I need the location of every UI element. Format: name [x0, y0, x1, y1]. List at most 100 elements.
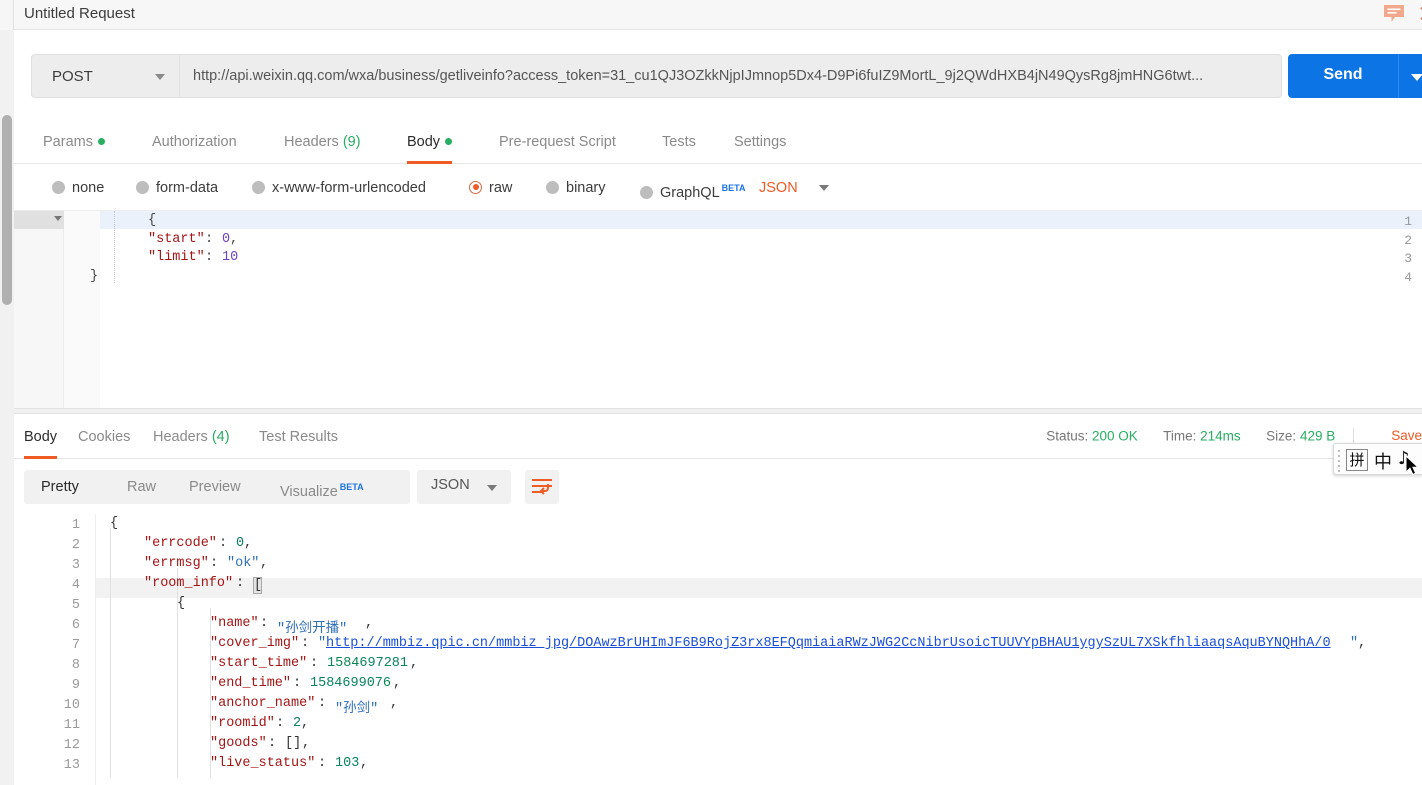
url-input[interactable]: http://api.weixin.qq.com/wxa/business/ge… [179, 54, 1282, 98]
time-value: 214ms [1200, 428, 1241, 444]
body-mode-form-data[interactable]: form-data [136, 174, 218, 202]
radio-icon[interactable] [640, 185, 653, 199]
save-response-button[interactable]: Save [1391, 428, 1422, 443]
request-tab-tests[interactable]: Tests [662, 122, 696, 164]
code-token: , [260, 556, 269, 571]
tab-label: Settings [734, 134, 787, 150]
request-tab-params[interactable]: Params [43, 122, 105, 164]
indent-guide [114, 211, 115, 283]
code-token: "ok" [227, 556, 260, 571]
code-token: } [90, 268, 99, 284]
app-vertical-scrollbar[interactable] [0, 30, 14, 785]
line-number: 7 [71, 638, 80, 653]
line-number: 2 [71, 538, 80, 553]
body-mode-none[interactable]: none [52, 174, 104, 202]
line-number: 3 [1404, 251, 1412, 266]
code-token: , [244, 536, 253, 551]
code-token: 1584699076 [310, 676, 392, 691]
body-mode-graphql[interactable]: GraphQL BETA [640, 174, 746, 202]
response-view-visualize[interactable]: Visualize BETA [280, 470, 364, 504]
line-number: 12 [63, 738, 80, 753]
request-tab-pre-request-script[interactable]: Pre-request Script [499, 122, 616, 164]
code-token: "errcode" [144, 536, 217, 551]
code-token: : [260, 616, 269, 631]
radio-icon[interactable] [469, 180, 482, 194]
line-number: 3 [71, 558, 80, 573]
word-wrap-icon[interactable] [525, 470, 559, 504]
response-format-select[interactable]: JSON [417, 470, 511, 504]
response-format-label: JSON [431, 477, 470, 493]
request-pane: Untitled Request POST http://api.weixin.… [14, 0, 1422, 409]
body-mode-label: raw [489, 180, 513, 196]
code-token: "roomid" [210, 716, 275, 731]
code-token: : [293, 676, 302, 691]
request-tab-headers[interactable]: Headers (9) [284, 122, 361, 164]
code-token: "start_time" [210, 656, 308, 671]
http-method-label: POST [52, 68, 93, 85]
code-token: : [236, 576, 245, 591]
radio-icon[interactable] [136, 180, 149, 194]
line-number: 1 [1404, 214, 1412, 229]
chevron-down-icon [1411, 74, 1422, 81]
code-token: : [318, 756, 327, 771]
line-number: 1 [71, 518, 80, 533]
response-view-raw[interactable]: Raw [127, 470, 156, 504]
ime-drag-handle[interactable] [1338, 450, 1341, 472]
comment-icon[interactable] [1383, 4, 1405, 24]
code-token: : [310, 656, 319, 671]
send-button[interactable]: Send [1288, 54, 1398, 98]
code-token: : [268, 736, 277, 751]
size-value: 429 B [1299, 428, 1336, 444]
response-tab-cookies[interactable]: Cookies [78, 422, 130, 459]
body-format-select[interactable]: JSON [759, 174, 798, 202]
code-token: 0 [222, 231, 231, 247]
view-label: Pretty [41, 479, 79, 495]
request-tab-settings[interactable]: Settings [734, 122, 786, 164]
code-token: "errmsg" [144, 556, 209, 571]
radio-icon[interactable] [546, 180, 559, 194]
request-body-editor[interactable]: 1 {2 "start":0, 3 "limit":10 4} [14, 210, 1422, 409]
code-token: , [393, 676, 402, 691]
ime-language-toggle[interactable]: 中 [1374, 448, 1392, 474]
body-format-label: JSON [759, 180, 798, 196]
body-mode-binary[interactable]: binary [546, 174, 606, 202]
code-token: : [276, 716, 285, 731]
response-link[interactable]: http://mmbiz.qpic.cn/mmbiz_jpg/DOAwzBrUH… [326, 636, 1331, 651]
response-meta: Status: 200 OK Time: 214ms Size: 429 B [1046, 428, 1368, 446]
body-mode-radio-group: JSON none form-data x-www-form-urlencoded r… [14, 164, 1422, 214]
chevron-down-icon [487, 485, 497, 491]
code-token: "room_info" [144, 576, 234, 591]
chevron-down-icon [819, 185, 829, 191]
code-token: : [205, 250, 214, 265]
active-line-highlight [14, 211, 1422, 229]
body-mode-x-www-form-urlencoded[interactable]: x-www-form-urlencoded [252, 174, 426, 202]
tab-modified-dot-icon [97, 137, 105, 145]
body-mode-raw[interactable]: raw [469, 174, 512, 202]
status-ring-icon [1418, 6, 1422, 21]
code-token: , [230, 231, 239, 247]
radio-icon[interactable] [52, 180, 65, 194]
tab-count: (9) [338, 134, 361, 150]
request-tab-authorization[interactable]: Authorization [152, 122, 237, 164]
response-body-editor[interactable]: 1{2 "errcode":0, 3 "errmsg": "ok", 4 "room_inf… [14, 514, 1422, 785]
http-method-select[interactable]: POST [31, 54, 179, 98]
request-editor-fold-column [64, 211, 100, 409]
scrollbar-thumb[interactable] [2, 115, 12, 305]
line-number: 4 [1404, 269, 1412, 285]
code-token: , [365, 616, 374, 631]
response-view-pretty[interactable]: Pretty [41, 470, 79, 504]
send-options-button[interactable] [1398, 54, 1422, 98]
radio-icon[interactable] [252, 180, 265, 194]
request-tab-body[interactable]: Body [407, 122, 453, 164]
fold-arrow-icon[interactable] [54, 216, 62, 221]
response-tab-body[interactable]: Body [24, 422, 58, 459]
tab-label: Headers [153, 429, 208, 445]
tab-count: (4) [207, 429, 230, 445]
ime-pinyin-icon[interactable]: 拼 [1346, 449, 1368, 471]
response-tab-test-results[interactable]: Test Results [259, 422, 338, 459]
body-mode-label: none [72, 180, 105, 196]
beta-badge: BETA [721, 183, 746, 193]
response-view-preview[interactable]: Preview [189, 470, 241, 504]
response-tab-headers[interactable]: Headers (4) [153, 422, 230, 459]
response-pane: Status: 200 OK Time: 214ms Size: 429 B S… [14, 414, 1422, 785]
